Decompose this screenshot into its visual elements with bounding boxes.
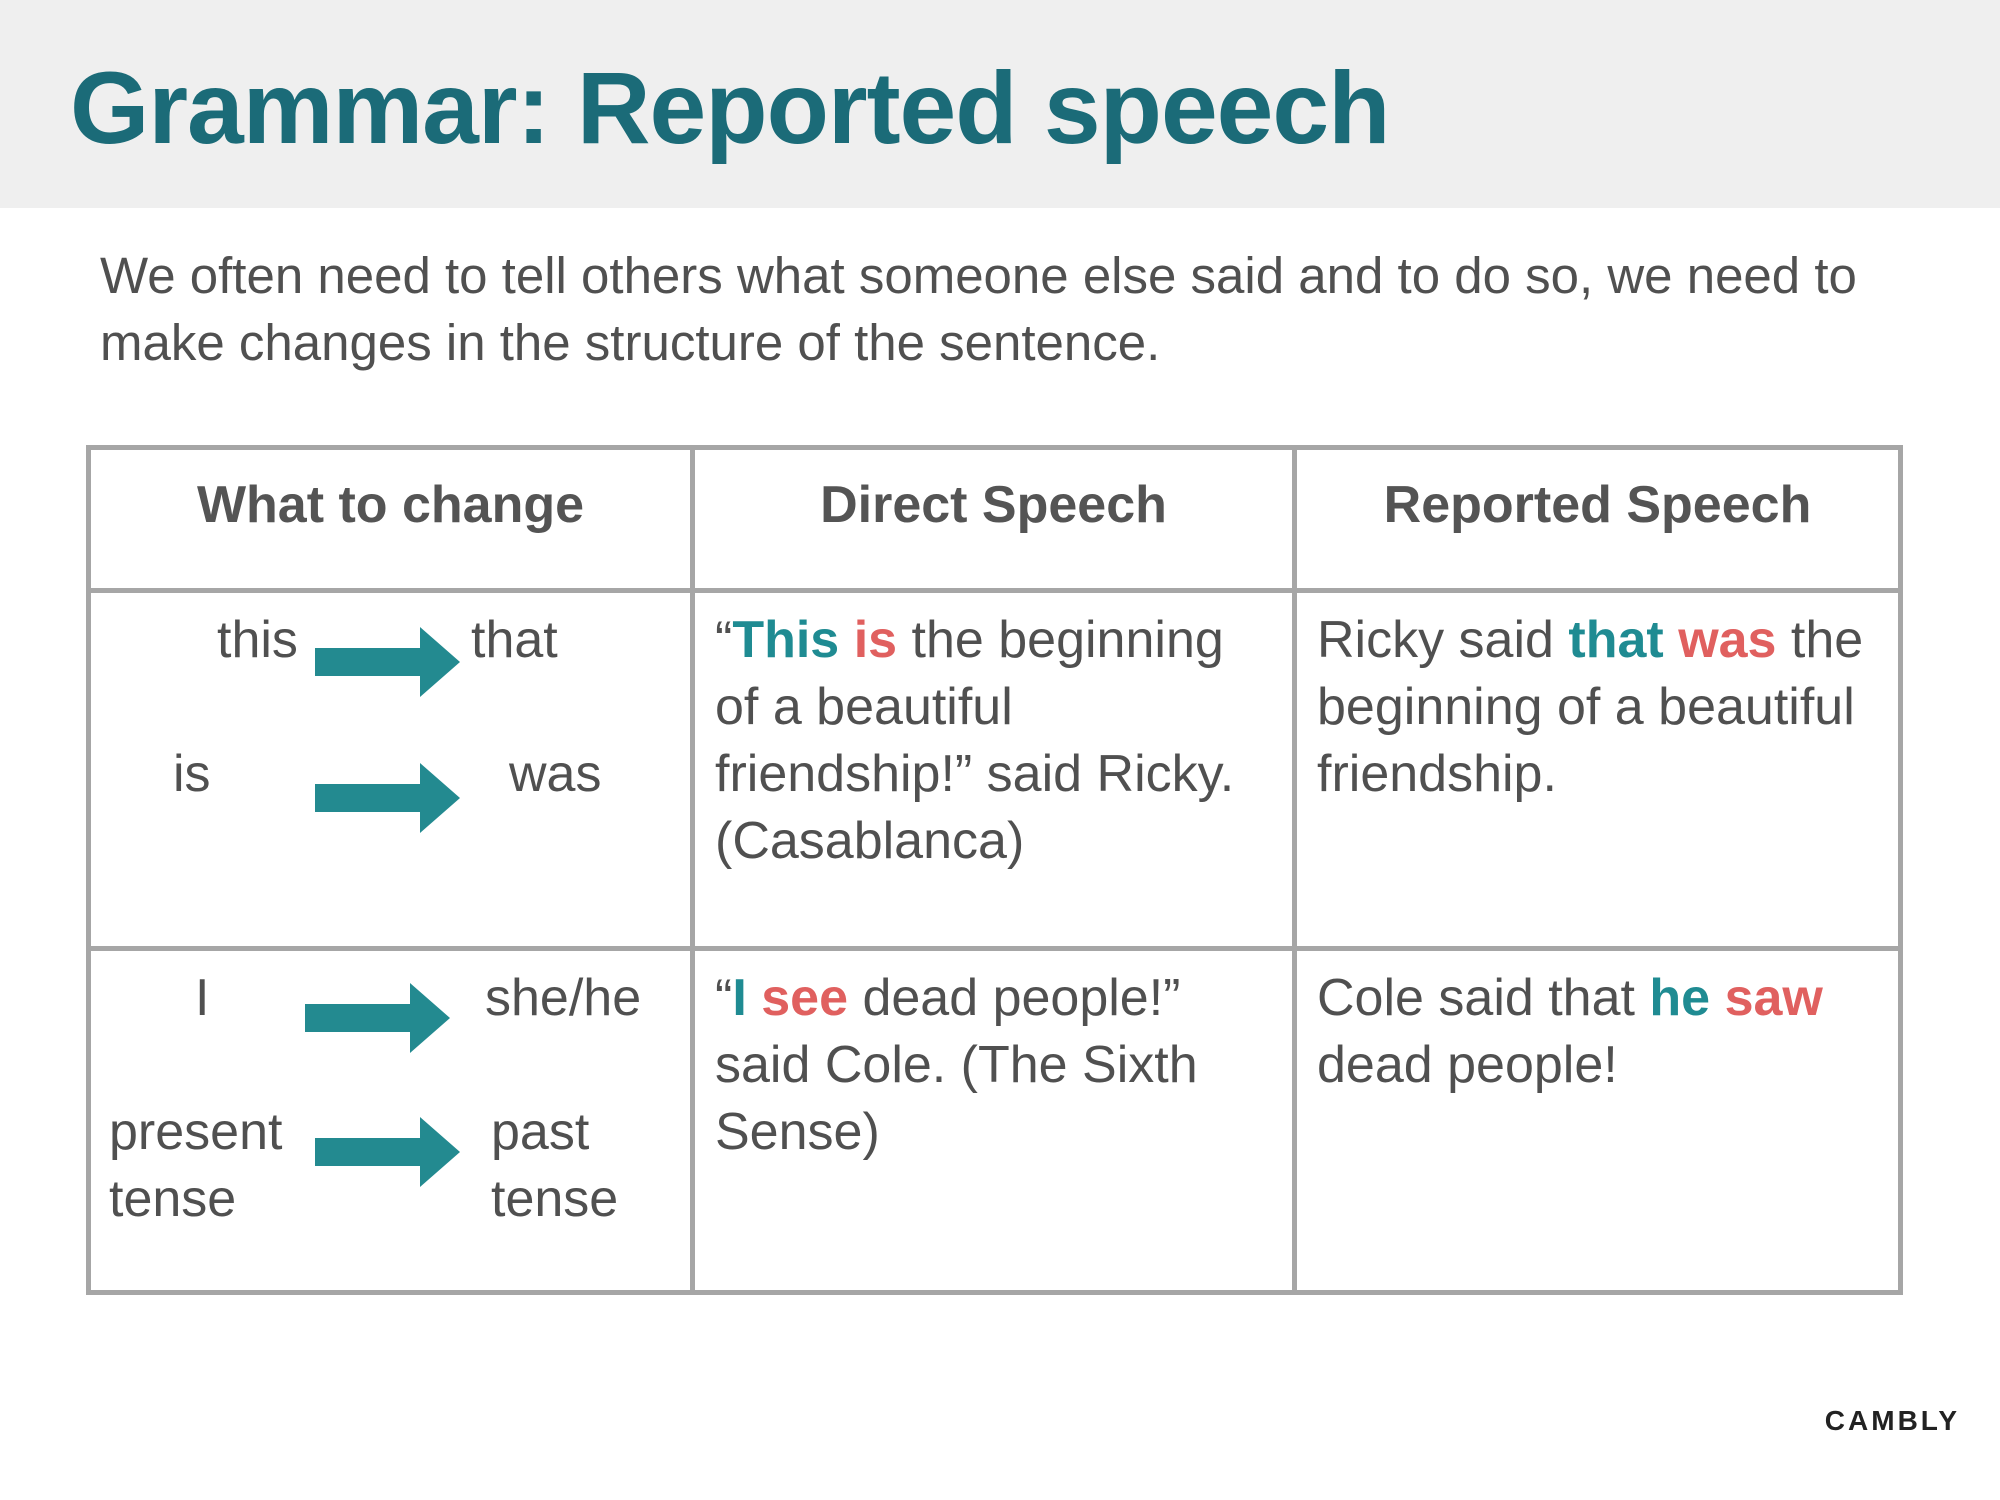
highlight-word: saw: [1724, 969, 1823, 1027]
right-arrow-icon: [315, 627, 460, 697]
open-quote: “: [715, 611, 733, 669]
speech-text: Cole said that: [1317, 969, 1650, 1027]
highlight-word: see: [761, 969, 848, 1027]
right-arrow-icon: [315, 1117, 460, 1187]
word-space: [747, 969, 761, 1027]
change-from-word: this: [217, 611, 298, 669]
intro-text: We often need to tell others what someon…: [100, 247, 1857, 371]
change-from-word: is: [173, 745, 211, 803]
highlight-word: This: [732, 611, 840, 669]
slide: Grammar: Reported speech We often need t…: [0, 0, 2000, 1500]
highlight-word: that: [1568, 611, 1664, 669]
highlight-word: was: [1678, 611, 1777, 669]
highlight-word: he: [1649, 969, 1711, 1027]
right-arrow-icon: [315, 763, 460, 833]
word-space: [839, 611, 853, 669]
change-to-word: past tense: [491, 1103, 619, 1228]
header-direct-speech: Direct Speech: [690, 445, 1297, 593]
change-cell: this that is was: [86, 588, 695, 951]
direct-speech-cell: “I see dead people!” said Cole. (The Six…: [690, 946, 1297, 1295]
reported-speech-cell: Ricky said that was the beginning of a b…: [1292, 588, 1903, 951]
change-to-word: was: [509, 745, 602, 803]
table-header-row: What to change Direct Speech Reported Sp…: [86, 445, 1903, 593]
open-quote: “: [715, 969, 733, 1027]
highlight-word: is: [853, 611, 898, 669]
change-from-word: present tense: [109, 1103, 283, 1228]
table-row: I she/he present tense past tense “I see…: [86, 946, 1903, 1295]
word-space: [1710, 969, 1724, 1027]
direct-speech-cell: “This is the beginning of a beautiful fr…: [690, 588, 1297, 951]
speech-text: dead people!: [1317, 1036, 1618, 1094]
word-space: [1664, 611, 1678, 669]
change-cell: I she/he present tense past tense: [86, 946, 695, 1295]
highlight-word: I: [732, 969, 747, 1027]
page-title: Grammar: Reported speech: [70, 51, 1390, 165]
cambly-logo: CAMBLY: [1824, 1405, 1960, 1436]
reported-speech-cell: Cole said that he saw dead people!: [1292, 946, 1903, 1295]
right-arrow-icon: [305, 983, 450, 1053]
header-reported-speech: Reported Speech: [1292, 445, 1903, 593]
change-to-word: that: [471, 611, 558, 669]
speech-text: Ricky said: [1317, 611, 1569, 669]
change-from-word: I: [195, 969, 210, 1027]
header-what-to-change: What to change: [86, 445, 695, 593]
reported-speech-table: What to change Direct Speech Reported Sp…: [86, 445, 1903, 1295]
table-row: this that is was “This is the beginning …: [86, 588, 1903, 951]
change-to-word: she/he: [485, 969, 642, 1027]
